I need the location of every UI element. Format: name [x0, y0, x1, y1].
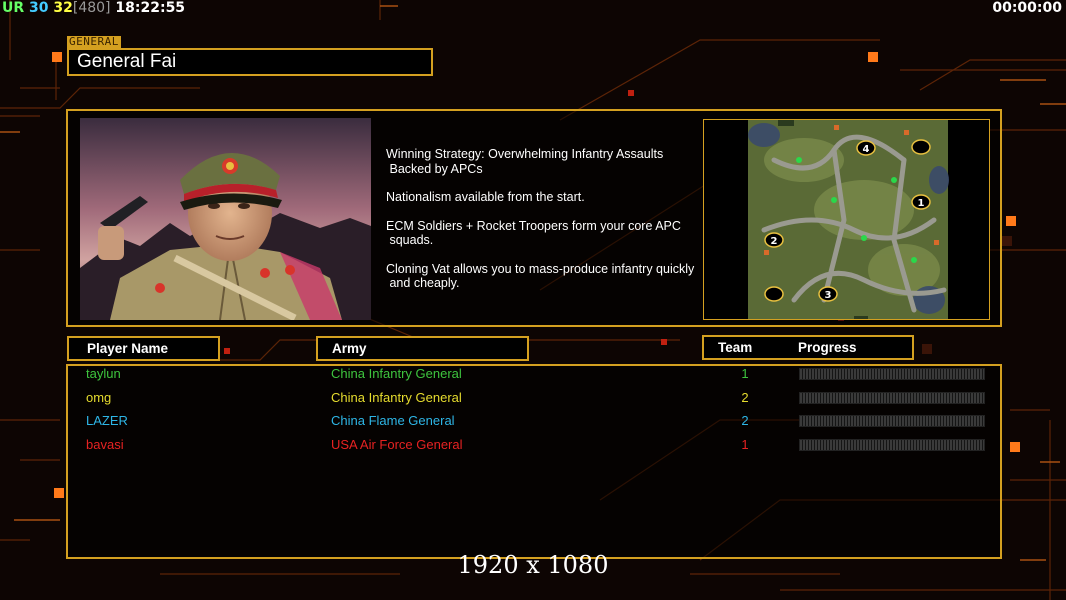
hud-ur: UR [2, 0, 25, 16]
header-player-name[interactable]: Player Name [67, 336, 220, 361]
player-team: 1 [741, 437, 749, 452]
hud-timer: 00:00:00 [992, 0, 1062, 16]
general-name: General Fai [77, 51, 177, 72]
minimap-icon: 4 1 2 3 [704, 120, 989, 319]
general-fai-portrait-icon [80, 118, 371, 320]
strategy-line: Nationalism available from the start. [386, 190, 585, 204]
start-position-label: 4 [863, 144, 870, 155]
player-team: 2 [741, 390, 749, 405]
player-name: bavasi [86, 437, 124, 452]
strategy-line: Winning Strategy: Overwhelming Infantry … [386, 147, 664, 176]
general-portrait [80, 118, 371, 320]
player-name: omg [86, 390, 112, 405]
header-army-label: Army [332, 341, 367, 356]
strategy-line: ECM Soldiers + Rocket Troopers form your… [386, 218, 681, 248]
player-team: 2 [741, 413, 749, 428]
player-progress-bar [799, 368, 985, 380]
player-row: omg China Infantry General 2 [0, 390, 1066, 412]
player-row: bavasi USA Air Force General 1 [0, 437, 1066, 459]
header-player-name-label: Player Name [87, 341, 169, 356]
header-team-label: Team [718, 340, 753, 355]
player-army: USA Air Force General [331, 437, 463, 452]
player-progress-bar [799, 439, 985, 451]
player-row: taylun China Infantry General 1 [0, 366, 1066, 388]
general-tag: GENERAL [67, 35, 121, 48]
player-army: China Infantry General [331, 390, 462, 405]
hud-clock: 18:22:55 [115, 0, 186, 16]
start-position-label: 2 [771, 236, 778, 247]
hud-value-480: [480] [72, 0, 111, 16]
player-name: taylun [86, 366, 121, 381]
strategy-text: Winning Strategy: Overwhelming Infantry … [386, 147, 701, 305]
header-progress-label: Progress [798, 340, 857, 355]
start-position-label: 3 [825, 290, 832, 301]
hud-value-30: 30 [29, 0, 49, 16]
header-army[interactable]: Army [316, 336, 529, 361]
player-army: China Flame General [331, 413, 455, 428]
player-team: 1 [741, 366, 749, 381]
general-name-box: General Fai [67, 48, 433, 76]
player-progress-bar [799, 392, 985, 404]
header-team-progress[interactable]: Team Progress [702, 335, 914, 360]
map-preview: 4 1 2 3 [703, 119, 990, 320]
hud-value-32: 32 [53, 0, 73, 16]
strategy-line: Cloning Vat allows you to mass-produce i… [386, 261, 695, 291]
player-row: LAZER China Flame General 2 [0, 413, 1066, 435]
hud-stats: UR 30 32[480] 18:22:55 [2, 0, 185, 16]
player-progress-bar [799, 415, 985, 427]
player-name: LAZER [86, 413, 128, 428]
start-position-label: 1 [918, 198, 925, 209]
player-army: China Infantry General [331, 366, 462, 381]
resolution-label: 1920 x 1080 [457, 551, 609, 579]
